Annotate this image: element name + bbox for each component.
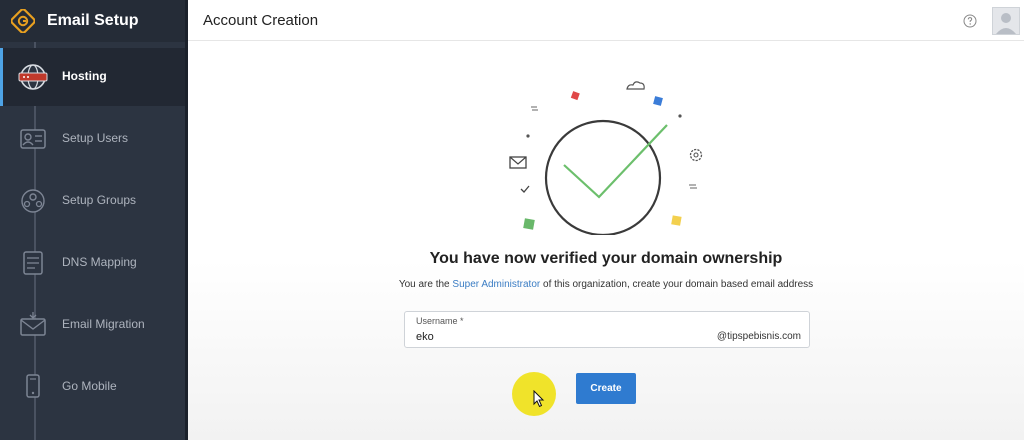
sidebar-item-setup-users[interactable]: Setup Users [0,110,185,168]
sidebar-item-dns-mapping[interactable]: DNS Mapping [0,234,185,292]
page-title: Account Creation [203,12,319,29]
globe-server-icon [18,64,48,90]
sidebar-item-label: DNS Mapping [62,255,137,269]
avatar[interactable] [992,7,1020,35]
sidebar-item-label: Go Mobile [62,379,117,393]
verification-subtext: You are the Super Administrator of this … [188,279,1024,290]
super-administrator-link[interactable]: Super Administrator [452,279,540,290]
verification-headline: You have now verified your domain owners… [429,250,783,267]
subtext-suffix: of this organization, create your domain… [540,279,814,290]
app-logo-icon [11,9,35,33]
sidebar-item-label: Setup Users [62,131,129,145]
sidebar-item-label: Hosting [62,69,107,83]
domain-suffix: @tipspebisnis.com [716,331,801,342]
username-field[interactable]: Username * eko @tipspebisnis.com [404,311,810,348]
subtext-prefix: You are the [398,279,453,290]
sidebar-item-email-migration[interactable]: Email Migration [0,296,185,354]
user-card-icon [20,129,46,149]
app-title: Email Setup [47,12,139,29]
sidebar-item-label: Email Migration [62,317,145,331]
create-button[interactable]: Create [576,373,636,404]
username-label: Username * [416,316,464,326]
username-input[interactable]: eko [416,331,434,343]
group-icon [21,189,45,213]
sidebar-item-setup-groups[interactable]: Setup Groups [0,172,185,230]
sidebar-item-go-mobile[interactable]: Go Mobile [0,358,185,416]
brand-header: Email Setup [0,0,185,42]
mouse-pointer-icon [533,390,545,408]
verified-checkmark-illustration [509,81,703,235]
dns-document-icon [23,251,43,275]
user-avatar-icon [996,13,1016,34]
envelope-icon [20,312,46,336]
mobile-icon [26,374,40,398]
top-bar: Account Creation [188,0,1024,41]
active-indicator [0,48,3,106]
sidebar: Email Setup Hosting Setup Users Setup Gr… [0,0,185,440]
sidebar-item-label: Setup Groups [62,193,137,207]
sidebar-item-hosting[interactable]: Hosting [0,48,185,106]
help-icon[interactable] [963,14,977,28]
